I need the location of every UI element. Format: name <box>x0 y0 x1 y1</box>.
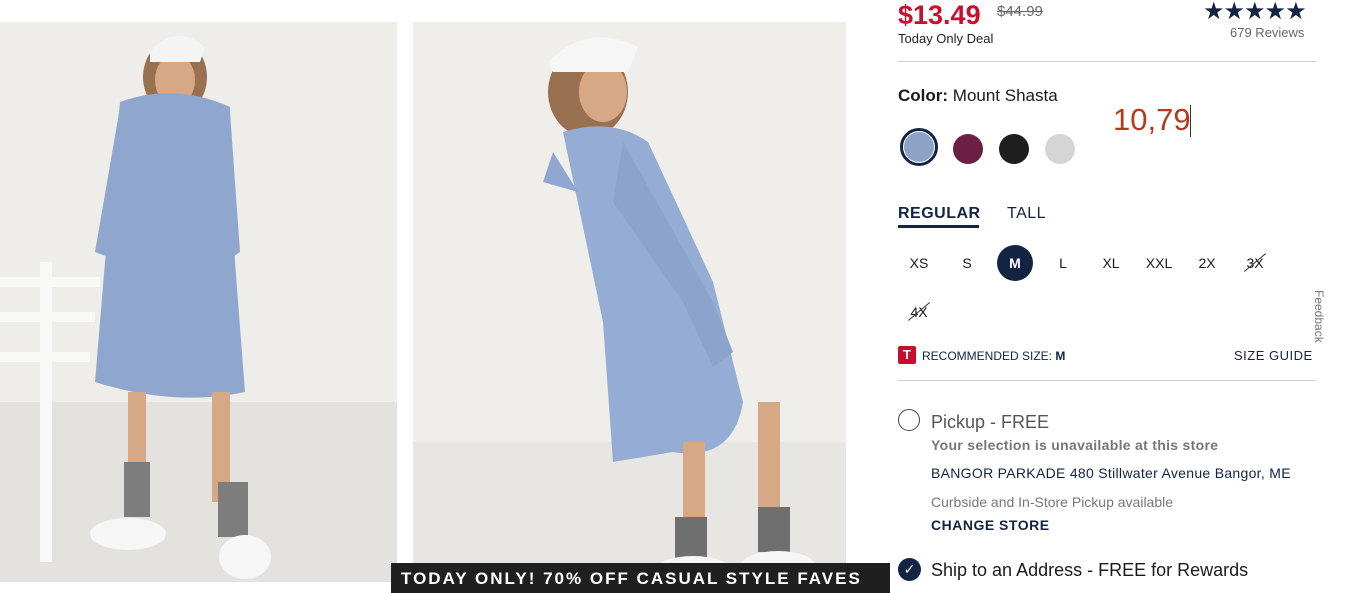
size-2x[interactable]: 2X <box>1189 245 1225 281</box>
color-label-title: Color: <box>898 86 949 105</box>
text-caret <box>1190 105 1191 137</box>
tab-regular-underline <box>898 225 979 228</box>
color-label: Color: Mount Shasta <box>898 86 1058 106</box>
original-price: $44.99 <box>997 3 1043 20</box>
pickup-option-title[interactable]: Pickup - FREE <box>931 412 1049 433</box>
size-guide-link[interactable]: SIZE GUIDE <box>1234 348 1313 363</box>
color-swatch-black[interactable] <box>999 134 1029 164</box>
size-xs[interactable]: XS <box>901 245 937 281</box>
color-swatch-mount-shasta[interactable] <box>904 132 934 162</box>
color-swatch-plum[interactable] <box>953 134 983 164</box>
recommended-size-value: M <box>1055 349 1066 363</box>
ship-option-title[interactable]: Ship to an Address - FREE for Rewards <box>931 560 1248 581</box>
true-fit-badge-icon: T <box>898 346 916 364</box>
ship-checked-radio-icon[interactable]: ✓ <box>898 558 921 581</box>
store-address: BANGOR PARKADE 480 Stillwater Avenue Ban… <box>931 465 1291 481</box>
overlay-number-text[interactable]: 10,79 <box>1113 102 1191 138</box>
divider <box>898 380 1316 381</box>
store-unavailable-note: Your selection is unavailable at this st… <box>931 437 1219 453</box>
sale-price: $13.49 <box>898 0 981 30</box>
size-m[interactable]: M <box>997 245 1033 281</box>
product-image-front[interactable] <box>0 22 397 582</box>
rating-stars-icon[interactable]: ★★★★★ <box>1203 0 1307 26</box>
tab-regular[interactable]: REGULAR <box>898 205 981 223</box>
curbside-note: Curbside and In-Store Pickup available <box>931 494 1174 510</box>
recommended-size[interactable]: RECOMMENDED SIZE: M <box>922 349 1065 363</box>
color-value: Mount Shasta <box>952 86 1058 105</box>
pickup-radio[interactable] <box>898 409 920 431</box>
size-3x[interactable]: 3X <box>1237 245 1273 281</box>
tab-tall[interactable]: TALL <box>1007 205 1046 223</box>
color-swatch-heather-gray[interactable] <box>1045 134 1075 164</box>
product-image-side[interactable] <box>413 22 846 582</box>
deal-label: Today Only Deal <box>898 31 994 46</box>
promo-banner[interactable]: TODAY ONLY! 70% OFF CASUAL STYLE FAVES <box>391 563 890 593</box>
divider <box>898 61 1316 62</box>
reviews-link[interactable]: 679 Reviews <box>1230 25 1304 40</box>
change-store-link[interactable]: CHANGE STORE <box>931 517 1050 533</box>
size-s[interactable]: S <box>949 245 985 281</box>
feedback-tab[interactable]: Feedback <box>1312 290 1326 343</box>
size-l[interactable]: L <box>1045 245 1081 281</box>
recommended-size-label: RECOMMENDED SIZE: <box>922 349 1053 363</box>
size-4x[interactable]: 4X <box>901 294 937 330</box>
size-xl[interactable]: XL <box>1093 245 1129 281</box>
size-xxl[interactable]: XXL <box>1141 245 1177 281</box>
